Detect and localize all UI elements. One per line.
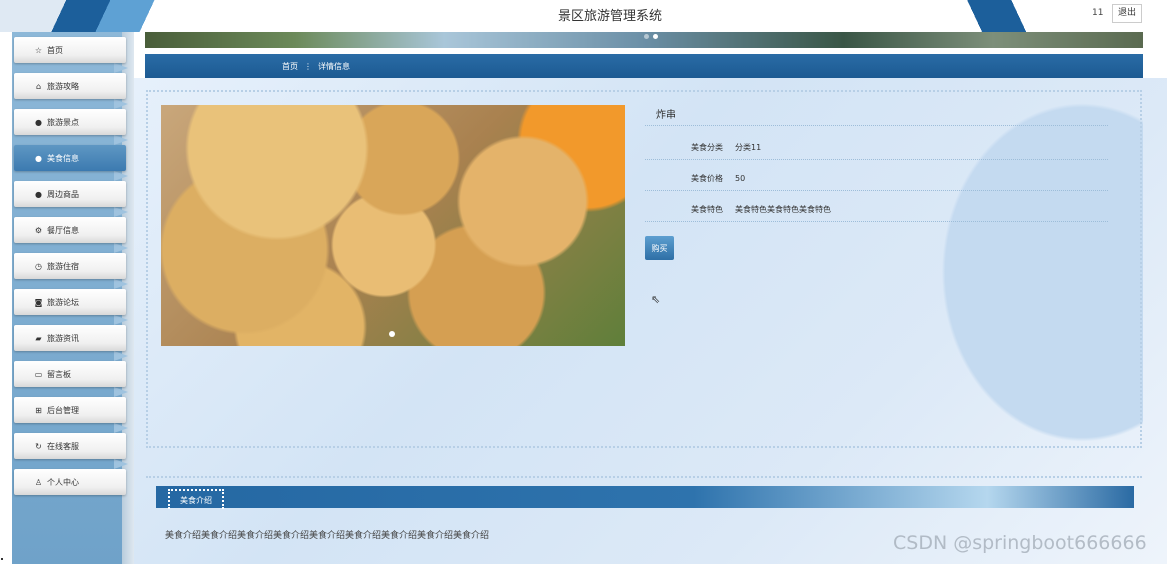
- sidebar-item-label: 在线客服: [47, 441, 79, 451]
- dot-icon: ●: [35, 153, 42, 163]
- sidebar-item-label: 旅游攻略: [47, 81, 79, 91]
- camera-icon: ◙: [34, 297, 43, 307]
- sidebar-item-label: 个人中心: [47, 477, 79, 487]
- intro-tab[interactable]: 美食介绍: [168, 489, 224, 509]
- field-label: 美食价格: [691, 174, 723, 183]
- sidebar-item-profile[interactable]: ♙ 个人中心: [14, 469, 126, 495]
- sidebar-item-label: 周边商品: [47, 189, 79, 199]
- user-icon: ♙: [34, 477, 43, 487]
- gift-icon: ⊞: [35, 405, 42, 415]
- info-icon: ●: [35, 117, 42, 127]
- sidebar-item-forum[interactable]: ◙ 旅游论坛: [14, 289, 126, 315]
- intro-text: 美食介绍美食介绍美食介绍美食介绍美食介绍美食介绍美食介绍美食介绍美食介绍: [165, 531, 490, 541]
- video-icon: ▭: [34, 369, 43, 379]
- photo-carousel-dot[interactable]: [389, 331, 395, 337]
- sidebar-item-admin[interactable]: ⊞ 后台管理: [14, 397, 126, 423]
- field-label: 美食分类: [691, 143, 723, 152]
- carousel-dot-active[interactable]: [653, 34, 658, 39]
- car-icon: ▰: [35, 333, 42, 343]
- sidebar-item-home[interactable]: ☆ 首页: [14, 37, 126, 63]
- sidebar-item-label: 餐厅信息: [47, 225, 79, 235]
- sidebar-item-messages[interactable]: ▭ 留言板: [14, 361, 126, 387]
- sidebar-item-label: 首页: [47, 45, 63, 55]
- logout-button[interactable]: 退出: [1112, 4, 1142, 23]
- breadcrumb: 首页 ⋮ 详情信息: [145, 54, 1143, 78]
- breadcrumb-current: 详情信息: [318, 61, 350, 71]
- sidebar-item-label: 旅游论坛: [47, 297, 79, 307]
- sidebar-item-news[interactable]: ▰ 旅游资讯: [14, 325, 126, 351]
- field-value: 50: [735, 174, 746, 183]
- clock-icon: ◷: [35, 261, 42, 271]
- edge-mark: [1, 558, 3, 560]
- sidebar-item-label: 留言板: [47, 369, 71, 379]
- sidebar-item-label: 美食信息: [47, 153, 79, 163]
- sidebar-item-food[interactable]: ● 美食信息: [14, 145, 126, 171]
- intro-header-bar: [156, 486, 1134, 508]
- header: 景区旅游管理系统 11 退出: [0, 0, 1167, 32]
- sidebar-item-restaurants[interactable]: ⚙ 餐厅信息: [14, 217, 126, 243]
- sidebar-item-label: 旅游资讯: [47, 333, 79, 343]
- house-icon: ⌂: [35, 81, 42, 91]
- username: 11: [1092, 8, 1104, 18]
- breadcrumb-home[interactable]: 首页: [282, 61, 298, 72]
- sidebar-item-products[interactable]: ● 周边商品: [14, 181, 126, 207]
- sidebar-item-label: 旅游住宿: [47, 261, 79, 271]
- detail-row-price: 美食价格 50: [645, 167, 1108, 191]
- sidebar-item-support[interactable]: ↻ 在线客服: [14, 433, 126, 459]
- refresh-icon: ↻: [35, 441, 42, 451]
- field-value: 美食特色美食特色美食特色: [735, 205, 831, 214]
- sidebar-item-label: 后台管理: [47, 405, 79, 415]
- food-name: 炸串: [645, 106, 1108, 126]
- app-title: 景区旅游管理系统: [557, 9, 662, 24]
- mouse-cursor-icon: ⇖: [651, 293, 661, 306]
- sidebar-item-lodging[interactable]: ◷ 旅游住宿: [14, 253, 126, 279]
- field-value: 分类11: [735, 143, 762, 152]
- star-icon: ☆: [34, 45, 43, 55]
- buy-button[interactable]: 购买: [645, 236, 674, 260]
- breadcrumb-separator: ⋮: [304, 61, 312, 71]
- settings-icon: ⚙: [34, 225, 43, 235]
- sidebar-item-label: 旅游景点: [47, 117, 79, 127]
- banner-carousel[interactable]: [145, 32, 1143, 48]
- watermark: CSDN @springboot666666: [893, 532, 1147, 554]
- field-label: 美食特色: [691, 205, 723, 214]
- detail-row-feature: 美食特色 美食特色美食特色美食特色: [645, 198, 1108, 222]
- food-photo: [161, 105, 625, 346]
- sidebar-item-guides[interactable]: ⌂ 旅游攻略: [14, 73, 126, 99]
- carousel-dot[interactable]: [644, 34, 649, 39]
- detail-row-category: 美食分类 分类11: [645, 136, 1108, 160]
- sidebar-item-attractions[interactable]: ● 旅游景点: [14, 109, 126, 135]
- info-icon: ●: [35, 189, 42, 199]
